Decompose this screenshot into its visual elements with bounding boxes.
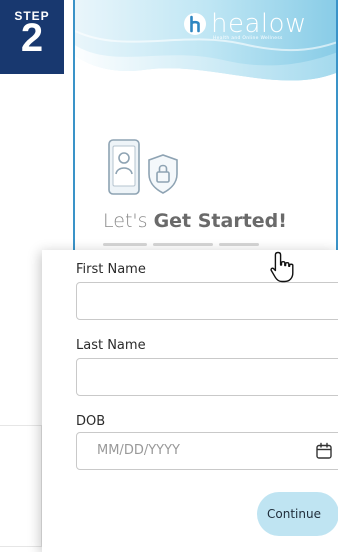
side-panel (0, 425, 42, 547)
hand-pointer-cursor-icon (270, 251, 294, 283)
brand-tagline: Health and Online Wellness (213, 36, 283, 41)
dob-input[interactable]: MM/DD/YYYY (76, 432, 338, 470)
healow-logo: healow (183, 9, 307, 39)
patient-info-form: First Name Last Name DOB MM/DD/YYYY Cont… (42, 250, 338, 552)
step-number: 2 (20, 16, 44, 60)
dob-placeholder: MM/DD/YYYY (97, 443, 180, 458)
first-name-label: First Name (76, 262, 146, 277)
dob-label: DOB (76, 414, 106, 429)
heading-prefix: Let's (103, 210, 154, 232)
step-badge: STEP 2 (0, 0, 64, 74)
get-started-heading: Let's Get Started! (103, 210, 287, 232)
first-name-input[interactable] (76, 282, 338, 320)
obscured-subtitle (103, 243, 259, 246)
last-name-label: Last Name (76, 338, 146, 353)
continue-button[interactable]: Continue (257, 492, 338, 536)
brand-name: healow (211, 9, 307, 39)
healow-logo-icon (184, 13, 206, 35)
last-name-input[interactable] (76, 358, 338, 396)
heading-bold: Get Started! (153, 210, 287, 232)
secure-phone-icon (108, 139, 178, 195)
calendar-icon[interactable] (315, 442, 333, 460)
